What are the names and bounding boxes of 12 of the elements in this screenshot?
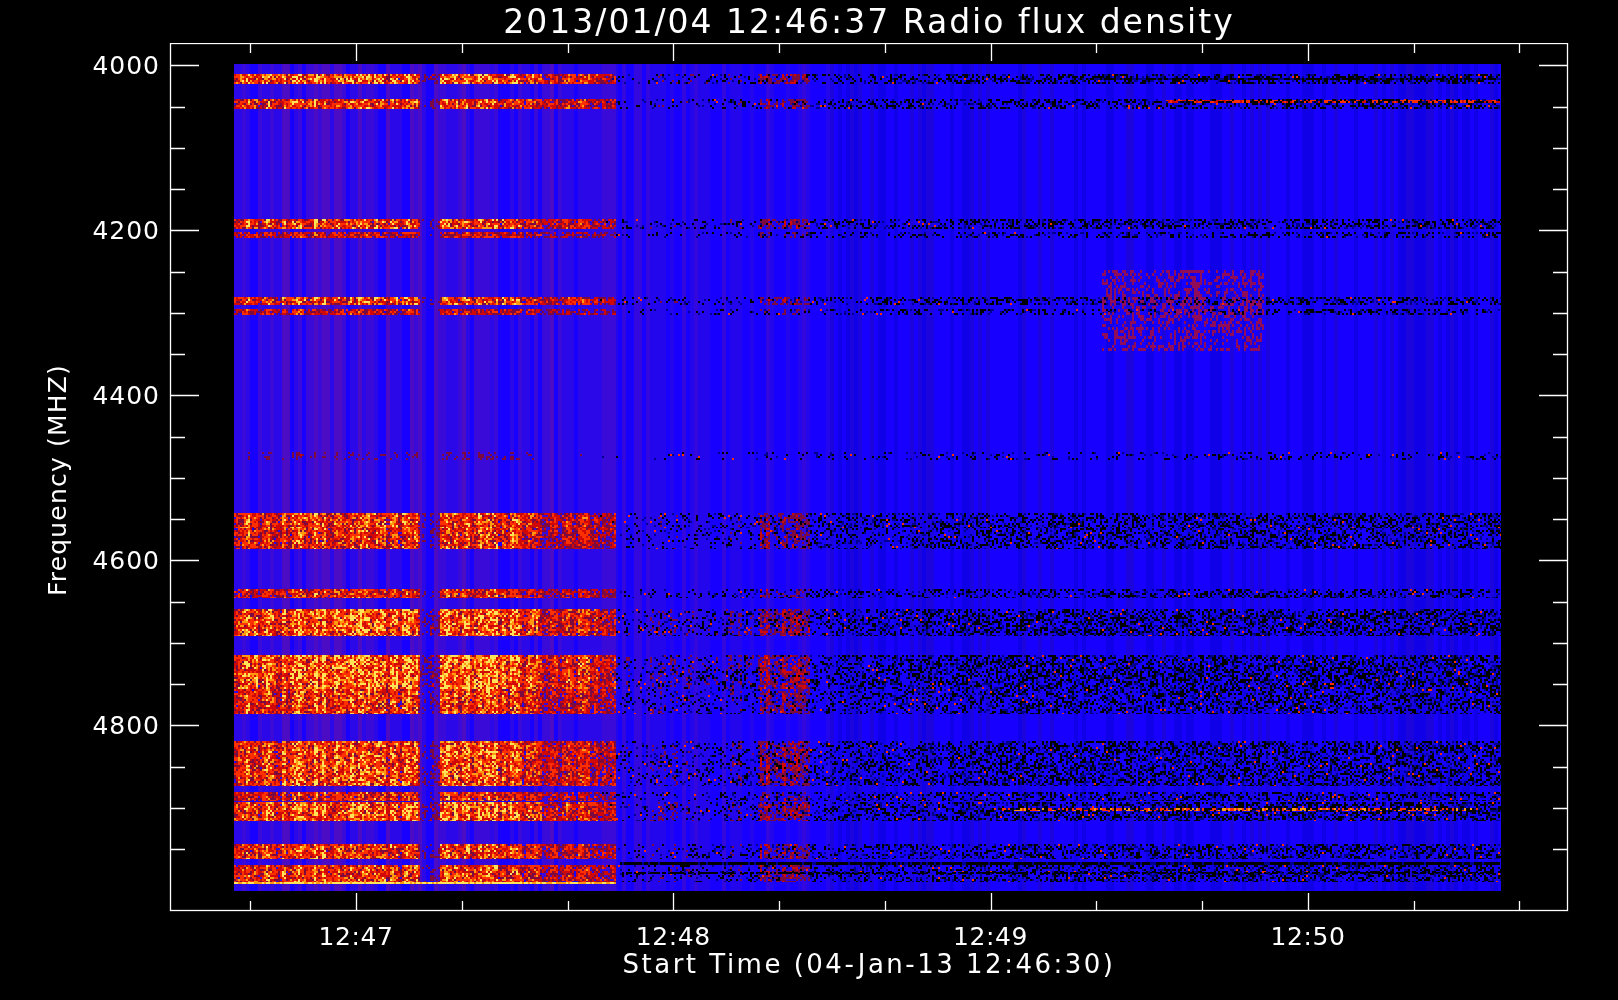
x-tick-label: 12:47	[318, 921, 394, 950]
y-tick-label: 4800	[92, 710, 160, 740]
y-tick-label: 4600	[92, 545, 160, 575]
y-tick-label: 4000	[92, 50, 160, 80]
chart-title: 2013/01/04 12:46:37 Radio flux density	[503, 4, 1235, 38]
y-axis-title: Frequency (MHZ)	[42, 363, 72, 596]
y-tick-label: 4200	[92, 215, 160, 245]
x-tick-label: 12:49	[953, 921, 1029, 950]
x-axis-title: Start Time (04-Jan-13 12:46:30)	[622, 950, 1116, 977]
y-tick-label: 4400	[92, 380, 160, 410]
x-tick-label: 12:50	[1270, 921, 1346, 950]
x-tick-label: 12:48	[635, 921, 711, 950]
